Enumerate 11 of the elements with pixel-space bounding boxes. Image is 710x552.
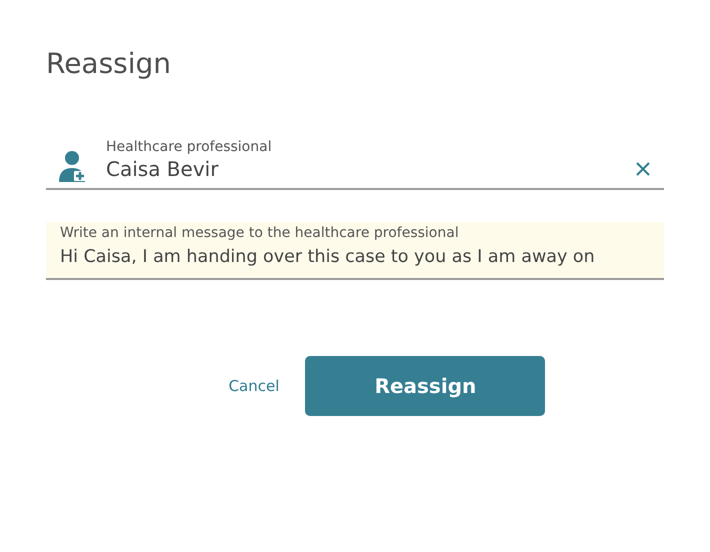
field-value: Hi Caisa, I am handing over this case to you as I am away on xyxy=(60,246,596,269)
field-label: Healthcare professional xyxy=(106,138,273,156)
professional-field[interactable]: Healthcare professional Caisa Bevir xyxy=(46,134,664,190)
field-label: Write an internal message to the healthcare professional xyxy=(60,224,460,242)
reassign-button[interactable]: Reassign xyxy=(305,356,546,416)
person-plus-icon xyxy=(58,150,88,182)
cancel-button[interactable]: Cancel xyxy=(224,373,284,399)
dialog-title: Reassign xyxy=(46,46,172,82)
clear-icon[interactable] xyxy=(634,160,652,178)
field-value: Caisa Bevir xyxy=(106,156,220,182)
message-field[interactable]: Write an internal message to the healthcare professional Hi Caisa, I am handing over this case to you as I am away on xyxy=(46,222,664,280)
